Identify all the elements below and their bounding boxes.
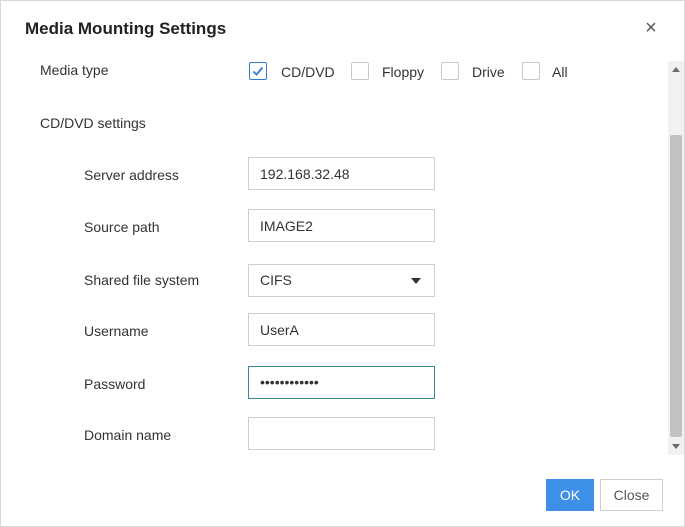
domain-name-input[interactable] [248, 417, 435, 450]
dialog-title: Media Mounting Settings [25, 19, 227, 38]
scroll-up-arrow-icon[interactable] [672, 67, 680, 72]
media-type-label: Media type [40, 62, 109, 78]
server-address-input[interactable] [248, 157, 435, 190]
scrollbar-thumb[interactable] [670, 135, 682, 437]
checkbox-all[interactable] [522, 62, 540, 80]
username-input[interactable] [248, 313, 435, 346]
checkbox-drive[interactable] [441, 62, 459, 80]
checkbox-cddvd[interactable] [249, 62, 267, 80]
scroll-down-arrow-icon[interactable] [672, 444, 680, 449]
source-path-label: Source path [84, 219, 160, 235]
password-input[interactable]: •••••••••••• [248, 366, 435, 399]
source-path-input[interactable] [248, 209, 435, 242]
section-title-cddvd-settings: CD/DVD settings [40, 115, 146, 131]
close-icon[interactable]: × [642, 18, 660, 38]
media-mounting-dialog: Media Mounting Settings × Media type CD/… [0, 0, 685, 527]
checkbox-label-floppy: Floppy [382, 64, 425, 80]
checkbox-label-cddvd: CD/DVD [281, 64, 335, 80]
username-label: Username [84, 323, 149, 339]
checkbox-label-drive: Drive [472, 64, 505, 80]
check-icon [252, 66, 264, 76]
shared-file-system-value: CIFS [260, 272, 292, 288]
shared-file-system-select[interactable]: CIFS [248, 264, 435, 297]
domain-name-label: Domain name [84, 427, 172, 443]
server-address-label: Server address [84, 167, 179, 183]
shared-file-system-label: Shared file system [84, 272, 200, 288]
chevron-down-icon [411, 278, 421, 284]
checkbox-floppy[interactable] [351, 62, 369, 80]
password-value: •••••••••••• [260, 374, 319, 390]
close-button[interactable]: Close [600, 479, 663, 511]
checkbox-label-all: All [552, 64, 568, 80]
ok-button[interactable]: OK [546, 479, 594, 511]
password-label: Password [84, 376, 146, 392]
